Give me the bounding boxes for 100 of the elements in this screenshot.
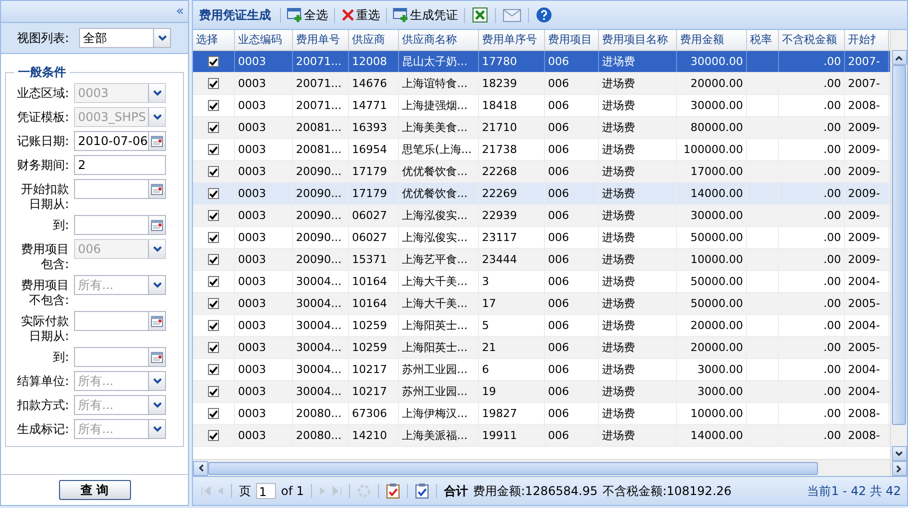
column-header[interactable]: 供应商名称 [399,30,479,50]
table-cell-text: 006 [548,406,569,422]
table-cell-text: 10217 [352,384,387,400]
column-header[interactable]: 业态编码 [235,30,293,50]
scrollbar-thumb[interactable] [208,462,818,474]
date-field[interactable] [74,179,166,199]
checkbox[interactable] [208,122,219,133]
query-button[interactable]: 查 询 [58,480,130,500]
column-header[interactable]: 费用项目 [545,30,599,50]
column-header[interactable]: 费用单号 [293,30,349,50]
table-cell-text: 006 [548,428,569,444]
help-icon[interactable] [536,7,552,23]
table-cell-text: .00 [824,230,841,246]
table-cell-text: 2007- [848,54,880,70]
field-label: 凭证模板: [16,110,69,125]
checkbox[interactable] [208,210,219,221]
table-row[interactable]: 0003 30004... 10164 上海大千美... 3 006 进场费 50000.00 .00 2004- [193,271,890,293]
field-label: 业态区域: [16,86,69,101]
table-cell-text: 20071... [296,76,342,92]
chevron-right-icon [896,464,902,472]
clipboard-check-icon[interactable] [415,483,430,499]
checkbox[interactable] [208,320,219,331]
field-label: 记账日期: [16,134,69,149]
checkbox[interactable] [208,56,219,67]
checkbox[interactable] [208,430,219,441]
view-list-dropdown[interactable]: 全部 [79,28,171,48]
table-row[interactable]: 0003 20080... 14210 上海美派福... 19911 006 进场费 14000.00 .00 2008- [193,425,890,447]
column-header[interactable]: 不含税金额 [779,30,845,50]
column-header[interactable]: 供应商 [349,30,399,50]
scrollbar-thumb[interactable] [892,65,906,425]
table-cell-text: 5 [482,318,489,334]
table-row[interactable]: 0003 20090... 17179 优优餐饮食... 22268 006 进场费 17000.00 .00 2009- [193,161,890,183]
checkbox[interactable] [208,386,219,397]
checkbox[interactable] [208,232,219,243]
checkbox[interactable] [208,364,219,375]
date-field[interactable] [74,311,166,331]
input-field[interactable]: 2 [74,155,166,175]
table-cell-text: 0003 [238,120,266,136]
table-row[interactable]: 0003 20081... 16393 上海美美食... 21710 006 进场费 80000.00 .00 2009- [193,117,890,139]
table-row[interactable]: 0003 30004... 10259 上海阳英士... 5 006 进场费 20000.00 .00 2004- [193,315,890,337]
select-all-button[interactable]: 全选 [286,6,329,24]
table-cell-text: 006 [548,318,569,334]
table-row[interactable]: 0003 20090... 15371 上海艺平食... 23444 006 进场费 10000.00 .00 2009- [193,249,890,271]
date-field[interactable]: 2010-07-06 [74,131,166,151]
checkbox[interactable] [208,276,219,287]
table-cell-text: 006 [548,142,569,158]
column-header[interactable]: 税率 [747,30,779,50]
table-row[interactable]: 0003 20071... 12008 昆山太子奶... 17780 006 进场费 30000.00 .00 2007- [193,51,890,73]
checkbox[interactable] [208,100,219,111]
table-row[interactable]: 0003 20081... 16954 思笔乐(上海... 21738 006 进场费 100000.00 .00 2009- [193,139,890,161]
table-cell-text: 0003 [238,252,266,268]
checkbox[interactable] [208,166,219,177]
mail-icon[interactable] [503,8,521,22]
page-number-field[interactable]: 1 [256,483,276,499]
table-cell-text: 进场费 [602,384,635,400]
clipboard-check-icon[interactable] [386,483,400,499]
table-cell-text: 21710 [482,120,517,136]
column-header[interactable]: 费用项目名称 [599,30,677,50]
collapse-button[interactable]: « [176,5,184,18]
table-cell-text: 006 [548,76,569,92]
table-row[interactable]: 0003 20090... 06027 上海泓俊实... 23117 006 进场费 50000.00 .00 2009- [193,227,890,249]
table-row[interactable]: 0003 30004... 10259 上海阳英士... 21 006 进场费 20000.00 .00 2005- [193,337,890,359]
table-cell-text: 0003 [238,384,266,400]
table-row[interactable]: 0003 30004... 10217 苏州工业园... 6 006 进场费 3000.00 .00 2004- [193,359,890,381]
scroll-left-button[interactable] [193,460,208,476]
generate-button[interactable]: 生成凭证 [392,6,459,24]
checkbox[interactable] [208,342,219,353]
column-header[interactable]: 开始扌 [845,30,889,50]
table-cell-text: 0003 [238,208,266,224]
table-row[interactable]: 0003 20080... 67306 上海伊梅汉... 19827 006 进场费 10000.00 .00 2008- [193,403,890,425]
table-cell-text: 10259 [352,318,387,334]
table-row[interactable]: 0003 20071... 14771 上海捷强烟... 18418 006 进场费 30000.00 .00 2008- [193,95,890,117]
table-row[interactable]: 0003 30004... 10164 上海大千美... 17 006 进场费 50000.00 .00 2005- [193,293,890,315]
table-cell-text: 006 [548,98,569,114]
column-header[interactable]: 选择 [193,30,235,50]
scroll-up-button[interactable] [892,50,906,65]
column-header[interactable]: 费用单序号 [479,30,545,50]
spreadsheet-icon[interactable] [472,7,488,23]
date-field[interactable] [74,215,166,235]
scroll-right-button[interactable] [892,461,906,476]
table-row[interactable]: 0003 30004... 10217 苏州工业园... 19 006 进场费 3000.00 .00 2004- [193,381,890,403]
date-field[interactable] [74,347,166,367]
checkbox[interactable] [208,408,219,419]
table-cell-text: 2004- [848,318,880,334]
reset-button[interactable]: 重选 [340,6,381,24]
table-row[interactable]: 0003 20090... 17179 优优餐饮食... 22269 006 进场费 14000.00 .00 2009- [193,183,890,205]
column-header[interactable]: 费用金额 [677,30,747,50]
checkbox[interactable] [208,78,219,89]
checkbox[interactable] [208,298,219,309]
chevron-down-icon [152,114,162,120]
chevron-up-icon [895,54,903,60]
checkbox[interactable] [208,188,219,199]
table-row[interactable]: 0003 20090... 06027 上海泓俊实... 22939 006 进场费 30000.00 .00 2009- [193,205,890,227]
field-label: 到: [52,218,69,233]
scroll-down-button[interactable] [892,446,906,461]
table-cell-text: 进场费 [602,318,635,334]
table-row[interactable]: 0003 20071... 14676 上海谊特食... 18239 006 进场费 20000.00 .00 2007- [193,73,890,95]
table-cell-text: .00 [824,296,841,312]
checkbox[interactable] [208,254,219,265]
checkbox[interactable] [208,144,219,155]
